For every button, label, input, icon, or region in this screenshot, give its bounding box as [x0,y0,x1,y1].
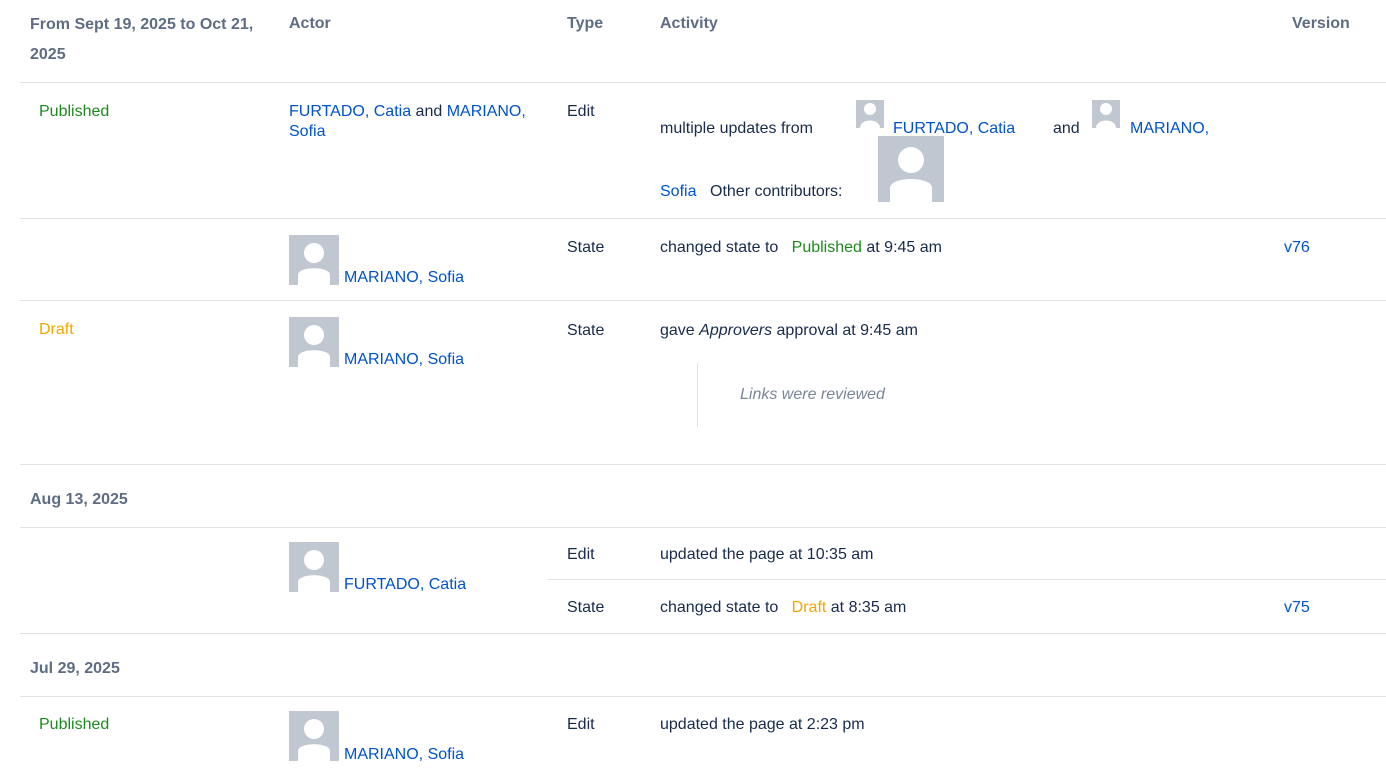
activity-column-header: Activity [660,15,718,32]
other-contributors-label: Other contributors: [710,183,843,200]
version-link[interactable]: v75 [1284,598,1310,618]
date-group-header: Jul 29, 2025 [30,660,120,677]
person-icon [298,550,330,592]
avatar-icon [289,542,339,592]
approvers-group: Approvers [699,322,773,339]
person-icon [298,719,330,761]
comment-text: Links were reviewed [740,386,885,403]
activity-text: updated the page at 10:35 am [660,546,874,563]
actor-column-header: Actor [289,15,331,32]
page-history-table: From Sept 19, 2025 to Oct 21, 2025 Actor… [0,0,1386,778]
avatar-icon [289,235,339,285]
type-state: State [567,322,605,339]
row-divider [20,300,1386,301]
avatar-icon [289,711,339,761]
status-published: Published [39,716,110,733]
version-link[interactable]: v76 [1284,238,1310,258]
date-range-header: From Sept 19, 2025 to Oct 21, 2025 [30,10,260,70]
activity-text-prefix: multiple updates from [660,120,813,137]
state-draft: Draft [791,599,827,616]
actor-link-furtado[interactable]: FURTADO, Catia [344,575,466,595]
actor-link-furtado[interactable]: FURTADO, Catia [289,103,411,120]
type-state: State [567,239,605,256]
sub-row-divider [548,579,1386,580]
header-divider [20,82,1386,83]
activity-text: updated the page at 2:23 pm [660,716,865,733]
actor-link-mariano[interactable]: MARIANO, Sofia [344,268,464,288]
and-text: and [415,103,443,120]
activity-prefix: changed state to [660,239,779,256]
person-icon [890,147,932,202]
activity-and: and [1053,120,1080,137]
row-divider [20,696,1386,697]
activity-suffix: at 9:45 am [866,239,942,256]
person-icon [1096,103,1116,128]
actor-cell: FURTADO, Catia and MARIANO, Sofia [289,102,529,142]
row-divider [20,527,1386,528]
activity-text: changed state to Published at 9:45 am [660,238,942,258]
avatar-icon [289,317,339,367]
row-divider [20,464,1386,465]
type-state: State [567,599,605,616]
actor-link-mariano[interactable]: MARIANO, Sofia [344,350,464,370]
actor-link-mariano[interactable]: MARIANO, Sofia [344,745,464,765]
status-published: Published [39,103,110,120]
type-edit: Edit [567,546,595,563]
activity-actor-link-mariano[interactable]: MARIANO, [1130,119,1209,139]
date-range-label: From Sept 19, 2025 to Oct 21, 2025 [30,16,254,63]
type-column-header: Type [567,15,604,32]
activity-text: changed state to Draft at 8:35 am [660,598,906,618]
contributor-avatar-icon[interactable] [878,136,944,202]
date-group-header: Aug 13, 2025 [30,491,128,508]
activity-text: gave Approvers approval at 9:45 am [660,321,918,341]
type-edit: Edit [567,103,595,120]
person-icon [298,325,330,367]
version-column-header: Version [1292,15,1350,32]
comment-quote [697,363,698,427]
row-divider [20,218,1386,219]
person-icon [860,103,880,128]
state-published: Published [791,239,862,256]
activity-suffix: at 8:35 am [830,599,907,616]
activity-prefix: changed state to [660,599,779,616]
status-draft: Draft [39,321,74,338]
activity-prefix: gave [660,322,695,339]
activity-suffix: approval at 9:45 am [776,322,918,339]
person-icon [298,243,330,285]
type-edit: Edit [567,716,595,733]
avatar-icon [1092,100,1120,128]
activity-actor-link-mariano-cont[interactable]: Sofia [660,182,696,202]
avatar-icon [856,100,884,128]
row-divider [20,633,1386,634]
